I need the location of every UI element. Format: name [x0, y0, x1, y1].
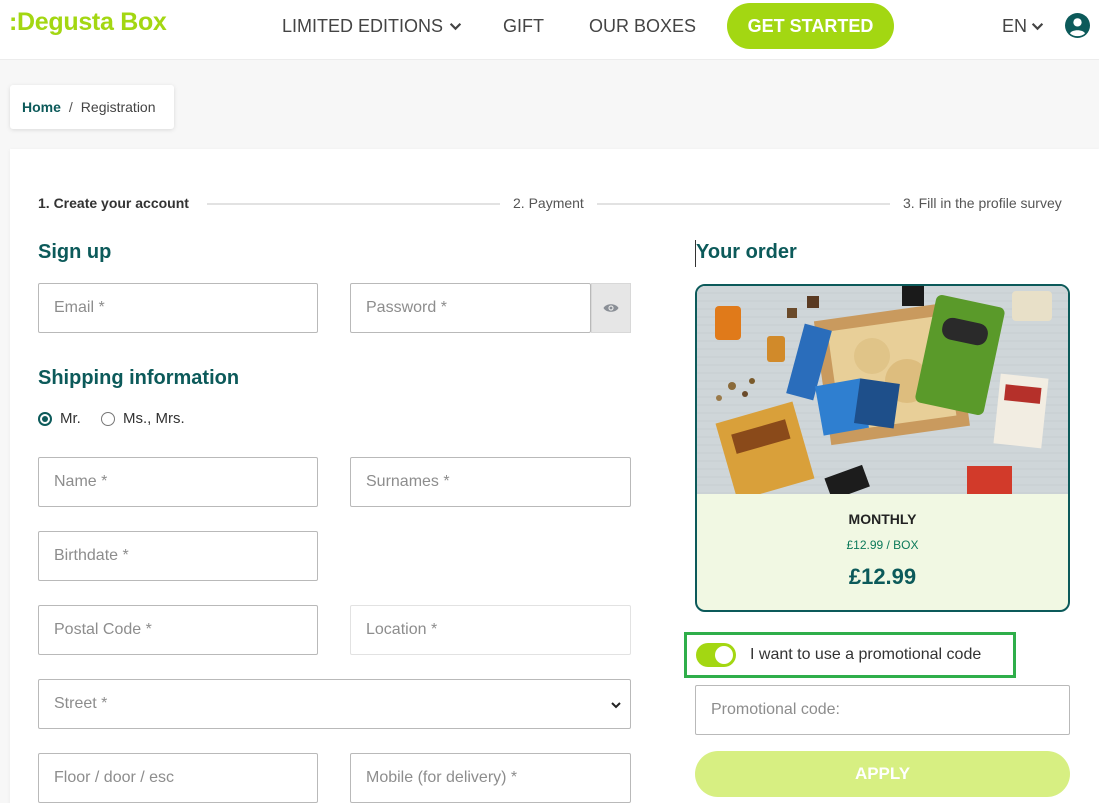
nav-gift[interactable]: GIFT	[503, 16, 544, 37]
street-select-value: Street *	[54, 695, 108, 712]
order-plan: MONTHLY	[848, 511, 917, 527]
language-selector[interactable]: EN	[1002, 16, 1044, 37]
language-label: EN	[1002, 16, 1028, 36]
step-payment: 2. Payment	[513, 195, 584, 211]
promo-code-toggle-row[interactable]: I want to use a promotional code	[684, 632, 1016, 678]
title-radio-ms-label: Ms., Mrs.	[123, 410, 185, 427]
promo-toggle-switch[interactable]	[696, 643, 736, 667]
step-divider	[597, 203, 890, 205]
title-radio-ms[interactable]: Ms., Mrs.	[101, 410, 185, 427]
title-radio-mr-label: Mr.	[60, 410, 81, 427]
promo-toggle-label: I want to use a promotional code	[750, 646, 982, 663]
user-account-icon[interactable]	[1065, 13, 1090, 38]
step-divider	[207, 203, 500, 205]
location-field[interactable]	[350, 605, 631, 655]
postal-code-field[interactable]	[38, 605, 318, 655]
mobile-field[interactable]	[350, 753, 631, 803]
product-image	[697, 286, 1068, 494]
nav-our-boxes[interactable]: OUR BOXES	[589, 16, 696, 37]
show-password-button[interactable]	[591, 283, 631, 333]
order-price-per-box: £12.99 / BOX	[846, 538, 919, 552]
street-select[interactable]: Street *	[38, 679, 631, 729]
apply-button[interactable]: APPLY	[695, 751, 1070, 797]
order-summary-card: MONTHLY £12.99 / BOX £12.99	[695, 284, 1070, 612]
get-started-button[interactable]: GET STARTED	[727, 3, 894, 49]
password-field[interactable]	[350, 283, 591, 333]
order-price: £12.99	[848, 564, 917, 589]
nav-limited-editions-label: LIMITED EDITIONS	[282, 16, 444, 36]
promo-code-field[interactable]	[695, 685, 1070, 735]
breadcrumb-separator: /	[68, 99, 73, 115]
step-profile-survey: 3. Fill in the profile survey	[903, 195, 1062, 211]
step-create-account: 1. Create your account	[38, 195, 189, 211]
title-radio-mr[interactable]: Mr.	[38, 410, 81, 427]
chevron-down-icon	[611, 702, 621, 709]
nav-limited-editions[interactable]: LIMITED EDITIONS	[282, 16, 462, 37]
floor-door-field[interactable]	[38, 753, 318, 803]
your-order-title: Your order	[696, 241, 797, 263]
breadcrumb-home[interactable]: Home	[22, 99, 61, 115]
logo[interactable]: :Degusta Box	[9, 8, 167, 37]
surnames-field[interactable]	[350, 457, 631, 507]
eye-icon	[603, 304, 619, 312]
signup-title: Sign up	[38, 241, 112, 263]
birthdate-field[interactable]	[38, 531, 318, 581]
nav-our-boxes-label: OUR BOXES	[589, 16, 697, 36]
chevron-down-icon	[449, 23, 462, 31]
radio-checked-icon	[38, 411, 52, 426]
nav-gift-label: GIFT	[503, 16, 544, 36]
chevron-down-icon	[1031, 23, 1044, 31]
breadcrumb: Home / Registration	[10, 85, 174, 129]
shipping-title: Shipping information	[38, 367, 240, 389]
radio-unchecked-icon	[101, 411, 115, 426]
breadcrumb-current: Registration	[80, 99, 156, 115]
site-header: :Degusta Box LIMITED EDITIONS GIFT OUR B…	[0, 0, 1099, 60]
email-field[interactable]	[38, 283, 318, 333]
name-field[interactable]	[38, 457, 318, 507]
